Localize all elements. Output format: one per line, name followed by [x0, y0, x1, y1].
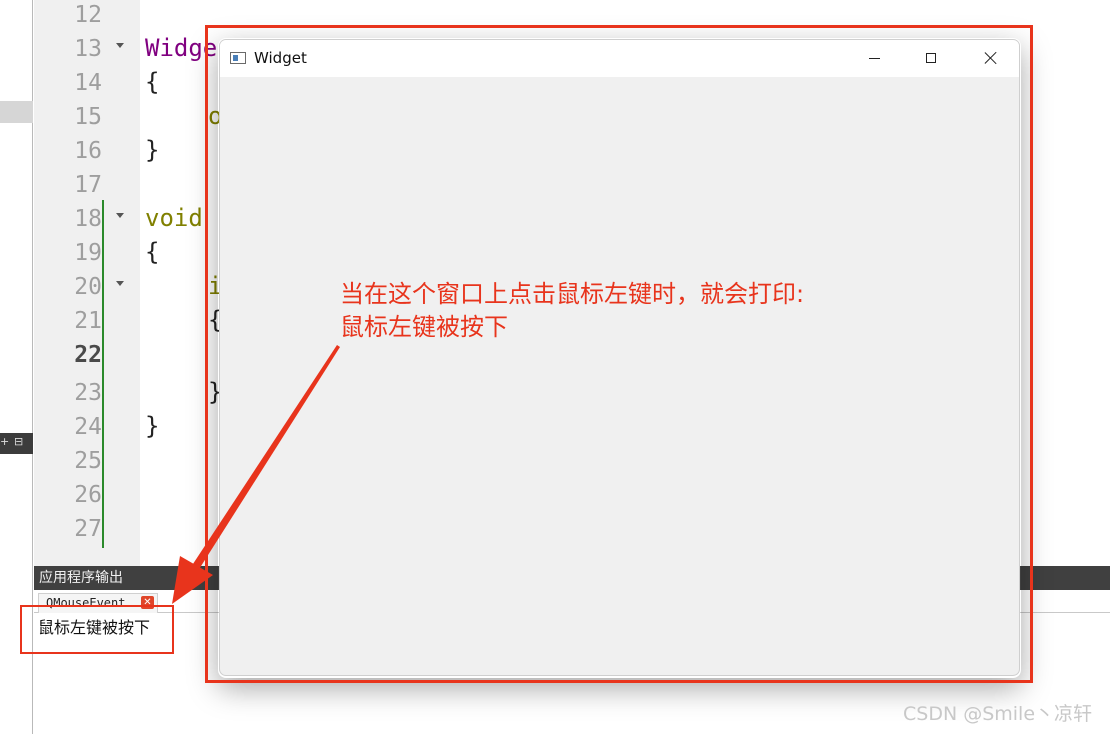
left-panel-toolbar: + ⊟ — [0, 433, 33, 454]
code-line: { — [145, 238, 160, 266]
code-line: } — [145, 412, 160, 440]
add-icon[interactable]: + — [0, 435, 9, 448]
line-number: 13 — [74, 36, 102, 62]
line-number: 18 — [74, 206, 102, 232]
fold-arrow-icon[interactable] — [116, 281, 124, 286]
annotation-line-2: 鼠标左键被按下 — [340, 313, 508, 341]
line-number: 17 — [74, 172, 102, 198]
output-pane-title: 应用程序输出 — [39, 570, 123, 586]
code-line: { — [145, 68, 160, 96]
output-highlight-box — [20, 605, 174, 654]
line-number: 21 — [74, 308, 102, 334]
fold-arrow-icon[interactable] — [116, 43, 124, 48]
annotation-line-1: 当在这个窗口上点击鼠标左键时，就会打印: — [340, 280, 805, 308]
fold-arrow-icon[interactable] — [116, 213, 124, 218]
left-panel-selection[interactable] — [0, 101, 33, 123]
line-number: 16 — [74, 138, 102, 164]
code-line: } — [145, 136, 160, 164]
line-number: 26 — [74, 482, 102, 508]
annotation-frame — [205, 25, 1033, 683]
line-number: 24 — [74, 414, 102, 440]
line-number: 12 — [74, 2, 102, 28]
current-line-number: 22 — [74, 342, 102, 368]
line-number: 23 — [74, 380, 102, 406]
line-number: 19 — [74, 240, 102, 266]
line-number: 14 — [74, 70, 102, 96]
watermark: CSDN @Smile丶凉轩 — [903, 703, 1093, 725]
split-icon[interactable]: ⊟ — [14, 435, 23, 448]
change-marker — [102, 200, 104, 548]
line-number: 25 — [74, 448, 102, 474]
annotation-text: 当在这个窗口上点击鼠标左键时，就会打印: 鼠标左键被按下 — [340, 278, 804, 344]
code-line: void — [145, 204, 203, 232]
line-number: 15 — [74, 104, 102, 130]
line-number: 20 — [74, 274, 102, 300]
line-number: 27 — [74, 516, 102, 542]
